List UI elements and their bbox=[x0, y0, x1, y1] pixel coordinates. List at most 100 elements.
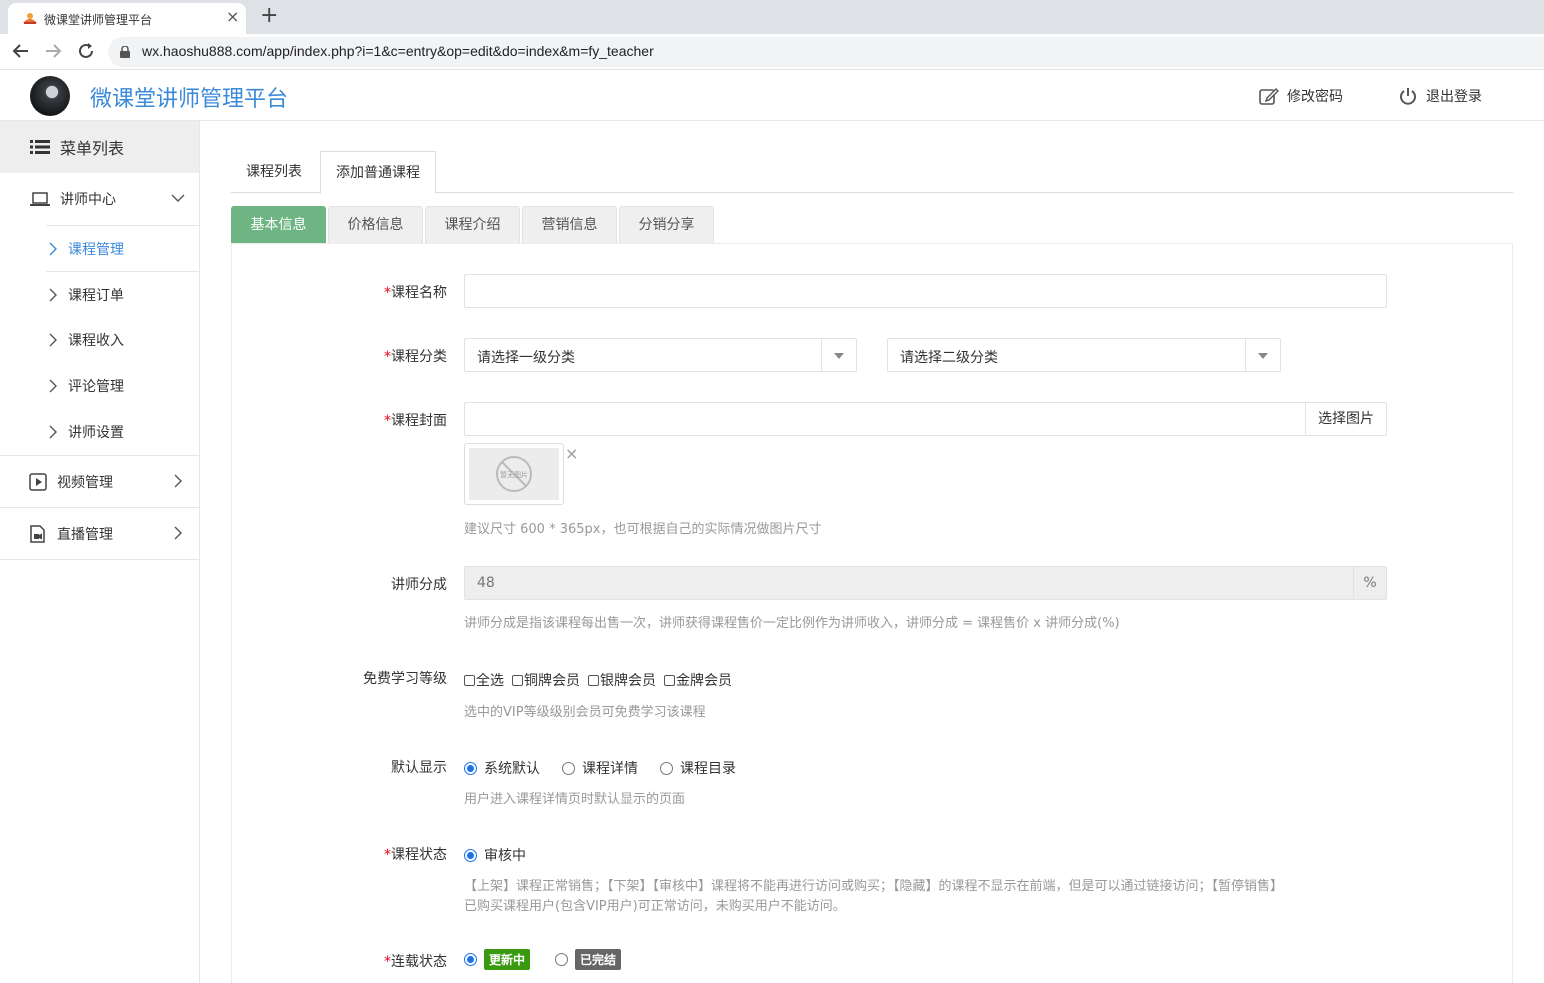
sidebar-item-teacher-settings[interactable]: 讲师设置 bbox=[46, 409, 199, 455]
category2-select-text: 请选择二级分类 bbox=[900, 350, 998, 366]
radio-completed[interactable]: 已完结 bbox=[555, 949, 622, 970]
power-icon bbox=[1400, 88, 1416, 105]
checkbox-silver[interactable]: 银牌会员 bbox=[588, 670, 656, 690]
status-radios: 审核中 bbox=[464, 845, 548, 865]
updating-badge: 更新中 bbox=[484, 949, 531, 970]
browser-tabbar: 微课堂讲师管理平台 × + bbox=[0, 0, 1544, 34]
sidebar-group-video-manage[interactable]: 视频管理 bbox=[0, 456, 199, 508]
course-name-input[interactable] bbox=[464, 274, 1387, 308]
back-arrow-icon[interactable] bbox=[10, 40, 32, 62]
menu-header: 菜单列表 bbox=[0, 121, 199, 173]
checkbox-box[interactable] bbox=[512, 674, 523, 686]
browser-tab[interactable]: 微课堂讲师管理平台 × bbox=[8, 3, 246, 34]
subtab-marketing-info[interactable]: 营销信息 bbox=[522, 206, 617, 243]
sidebar-item-course-orders[interactable]: 课程订单 bbox=[46, 271, 199, 317]
course-name-label: *课程名称 bbox=[384, 285, 447, 301]
default-display-radios: 系统默认 课程详情 课程目录 bbox=[464, 758, 758, 778]
free-level-help-text: 选中的VIP等级级别会员可免费学习该课程 bbox=[464, 705, 706, 720]
subtab-course-intro[interactable]: 课程介绍 bbox=[425, 206, 520, 243]
top-tabs: 课程列表 添加普通课程 bbox=[231, 151, 1513, 194]
radio-circle[interactable] bbox=[660, 761, 673, 775]
checkbox-bronze[interactable]: 铜牌会员 bbox=[512, 670, 580, 690]
sidebar-item-comment-manage[interactable]: 评论管理 bbox=[46, 363, 199, 409]
radio-under-review[interactable]: 审核中 bbox=[464, 845, 526, 865]
radio-circle[interactable] bbox=[464, 953, 477, 966]
sidebar-item-label: 评论管理 bbox=[68, 379, 124, 395]
tab-add-course[interactable]: 添加普通课程 bbox=[320, 151, 436, 194]
checkbox-box[interactable] bbox=[464, 674, 475, 686]
sidebar-group-teacher-center[interactable]: 讲师中心 bbox=[0, 173, 199, 225]
category1-select[interactable]: 请选择一级分类 bbox=[464, 338, 857, 372]
subtab-price-info[interactable]: 价格信息 bbox=[328, 206, 423, 243]
avatar bbox=[30, 76, 70, 116]
app-header: 微课堂讲师管理平台 修改密码 退出登录 bbox=[0, 71, 1544, 121]
radio-system-default[interactable]: 系统默认 bbox=[464, 758, 540, 778]
category-label: *课程分类 bbox=[384, 349, 447, 365]
url-field[interactable]: wx.haoshu888.com/app/index.php?i=1&c=ent… bbox=[108, 37, 1544, 67]
cover-input[interactable]: 选择图片 bbox=[464, 402, 1387, 436]
required-mark: * bbox=[384, 413, 391, 429]
close-tab-icon[interactable]: × bbox=[226, 8, 239, 26]
completed-badge: 已完结 bbox=[575, 949, 622, 970]
required-mark: * bbox=[384, 285, 391, 301]
edit-icon bbox=[1259, 88, 1279, 105]
category1-select-text: 请选择一级分类 bbox=[477, 350, 575, 366]
checkbox-gold[interactable]: 金牌会员 bbox=[664, 670, 732, 690]
share-value: 48 bbox=[477, 575, 495, 591]
checkbox-box[interactable] bbox=[588, 674, 599, 686]
reload-icon[interactable] bbox=[75, 40, 97, 62]
no-image-icon: 暂无图片 bbox=[496, 456, 532, 492]
browser-tab-title: 微课堂讲师管理平台 bbox=[44, 13, 153, 27]
radio-course-detail[interactable]: 课程详情 bbox=[562, 758, 638, 778]
chevron-right-icon bbox=[49, 242, 57, 255]
new-tab-icon[interactable]: + bbox=[260, 3, 278, 29]
laptop-icon bbox=[30, 192, 50, 206]
radio-course-catalog[interactable]: 课程目录 bbox=[660, 758, 736, 778]
no-image-text: 暂无图片 bbox=[500, 470, 528, 479]
category2-select[interactable]: 请选择二级分类 bbox=[887, 338, 1281, 372]
chevron-down-icon bbox=[171, 194, 185, 202]
default-display-help-text: 用户进入课程详情页时默认显示的页面 bbox=[464, 792, 686, 807]
required-mark: * bbox=[384, 349, 391, 365]
main-content: 课程列表 添加普通课程 基本信息 价格信息 课程介绍 营销信息 分销分享 *课程… bbox=[231, 121, 1513, 983]
sidebar-item-course-manage[interactable]: 课程管理 bbox=[46, 225, 199, 271]
radio-updating[interactable]: 更新中 bbox=[464, 949, 531, 970]
free-level-label: 免费学习等级 bbox=[363, 671, 447, 687]
remove-image-icon[interactable]: × bbox=[565, 444, 578, 463]
subtab-basic-info[interactable]: 基本信息 bbox=[231, 206, 326, 243]
status-help-text-1: 【上架】课程正常销售；【下架】【审核中】课程将不能再进行访问或购买；【隐藏】的课… bbox=[464, 879, 1284, 894]
choose-image-button[interactable]: 选择图片 bbox=[1305, 403, 1386, 435]
list-icon bbox=[30, 140, 50, 154]
checkbox-select-all[interactable]: 全选 bbox=[464, 670, 504, 690]
sidebar-group-live-manage[interactable]: 直播管理 bbox=[0, 508, 199, 560]
sidebar-item-label: 讲师设置 bbox=[68, 425, 124, 441]
share-input: 48 % bbox=[464, 566, 1387, 600]
menu-title: 菜单列表 bbox=[60, 139, 125, 158]
radio-circle[interactable] bbox=[464, 761, 477, 775]
forward-arrow-icon[interactable] bbox=[42, 40, 64, 62]
radio-circle[interactable] bbox=[464, 848, 477, 862]
sidebar-group-label: 直播管理 bbox=[57, 526, 113, 543]
chevron-right-icon bbox=[174, 474, 182, 488]
change-password-label: 修改密码 bbox=[1287, 89, 1343, 105]
radio-circle[interactable] bbox=[555, 953, 569, 966]
percent-addon: % bbox=[1353, 567, 1386, 599]
radio-circle[interactable] bbox=[562, 761, 575, 775]
sidebar-item-label: 课程订单 bbox=[68, 287, 124, 304]
default-display-label: 默认显示 bbox=[391, 760, 447, 776]
lock-icon bbox=[120, 46, 130, 58]
chevron-right-icon bbox=[49, 333, 57, 347]
sidebar-item-course-income[interactable]: 课程收入 bbox=[46, 317, 199, 363]
sidebar-item-label: 课程收入 bbox=[68, 333, 124, 349]
logout-label: 退出登录 bbox=[1426, 89, 1482, 105]
site-favicon-icon bbox=[23, 13, 37, 24]
dropdown-arrow-icon bbox=[1245, 339, 1280, 371]
subtab-distribution-share[interactable]: 分销分享 bbox=[619, 206, 714, 243]
change-password-button[interactable]: 修改密码 bbox=[1259, 86, 1343, 106]
sidebar-group-label: 视频管理 bbox=[57, 474, 113, 491]
logout-button[interactable]: 退出登录 bbox=[1398, 86, 1482, 106]
tab-course-list[interactable]: 课程列表 bbox=[231, 151, 317, 193]
serial-label: *连载状态 bbox=[384, 954, 447, 970]
chevron-right-icon bbox=[174, 526, 182, 540]
checkbox-box[interactable] bbox=[664, 674, 675, 686]
